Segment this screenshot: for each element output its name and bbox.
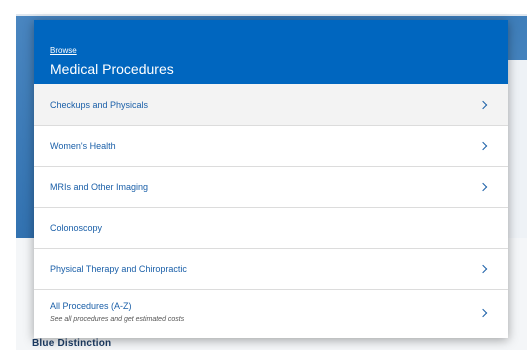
menu-item-womens-health[interactable]: Women's Health [34,125,508,166]
chevron-right-icon [478,308,488,317]
menu-item-label: Colonoscopy [50,223,103,233]
menu-item-mris-and-other-imaging[interactable]: MRIs and Other Imaging [34,166,508,207]
menu-item-sublabel: See all procedures and get estimated cos… [50,316,185,323]
menu-item-physical-therapy-and-chiropractic[interactable]: Physical Therapy and Chiropractic [34,248,508,289]
chevron-right-icon [478,100,488,109]
menu-item-label: MRIs and Other Imaging [50,182,149,192]
procedures-dropdown-panel: Browse Medical Procedures Checkups and P… [34,20,508,338]
menu-item-all-procedures[interactable]: All Procedures (A-Z) See all procedures … [34,289,508,335]
menu-item-label: Women's Health [50,141,116,151]
menu-item-label: Physical Therapy and Chiropractic [50,264,187,274]
background-right-strip [508,60,527,240]
menu-item-colonoscopy[interactable]: Colonoscopy [34,207,508,248]
background-footer-text: Blue Distinction [32,338,112,349]
menu-item-label: All Procedures (A-Z) [50,301,132,311]
panel-header: Browse Medical Procedures [34,20,508,84]
chevron-right-icon [478,264,488,274]
menu-item-label: Checkups and Physicals [50,99,149,110]
panel-title: Medical Procedures [50,61,174,77]
chevron-right-icon [478,141,488,151]
procedures-menu-list: Checkups and Physicals Women's Health MR… [34,84,508,335]
menu-item-checkups-and-physicals[interactable]: Checkups and Physicals [34,84,508,125]
chevron-right-icon [478,182,488,192]
browse-breadcrumb-link[interactable]: Browse [50,46,77,56]
